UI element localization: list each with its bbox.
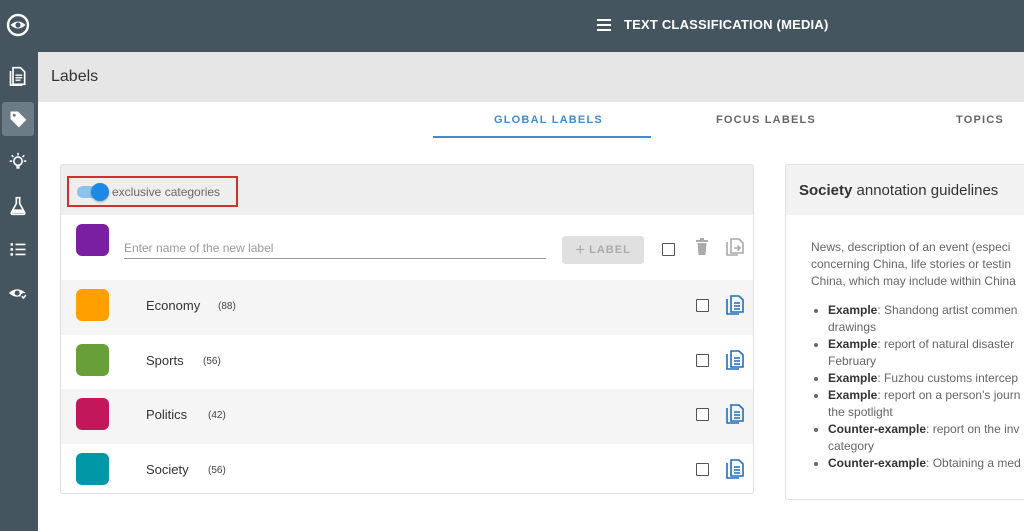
label-row-society: Society (56) — [61, 444, 753, 493]
guidelines-body: News, description of an event (especi co… — [811, 239, 1024, 472]
label-name: Economy — [146, 298, 201, 313]
page-title: Labels — [51, 68, 99, 85]
label-color-swatch[interactable] — [76, 398, 109, 430]
copy-icon[interactable] — [725, 237, 745, 257]
toggle-switch[interactable] — [77, 182, 109, 201]
guidelines-description: News, description of an event (especi co… — [811, 240, 1016, 288]
page-header: Labels — [38, 52, 1024, 102]
app-logo[interactable] — [2, 8, 34, 42]
guideline-item: Counter-example: report on the inv categ… — [828, 421, 1024, 455]
labels-panel-header: exclusive categories — [61, 165, 753, 215]
label-count: (56) — [203, 356, 221, 367]
label-color-swatch[interactable] — [76, 453, 109, 485]
guideline-item-prefix: Example — [828, 303, 878, 317]
guideline-item-prefix: Example — [828, 371, 878, 385]
guidelines-icon[interactable] — [726, 459, 744, 479]
new-label-input[interactable] — [124, 238, 546, 259]
label-count: (88) — [218, 301, 236, 312]
top-bar: TEXT CLASSIFICATION (MEDIA) — [38, 0, 1024, 52]
label-row-politics: Politics (42) — [61, 389, 753, 444]
guideline-item: Example: Fuzhou customs intercep — [828, 370, 1024, 387]
lightbulb-icon — [9, 152, 27, 169]
label-checkbox[interactable] — [696, 299, 709, 312]
sidebar-item-ideas[interactable] — [2, 145, 34, 179]
plus-icon: + — [575, 240, 587, 259]
label-checkbox[interactable] — [696, 354, 709, 367]
eye-check-icon — [8, 289, 28, 300]
label-count: (56) — [208, 465, 226, 476]
guidelines-list: Example: Shandong artist commen drawings… — [811, 302, 1024, 472]
label-name: Politics — [146, 407, 188, 422]
label-name: Society — [146, 462, 189, 477]
new-label-color-picker[interactable] — [76, 224, 109, 256]
guidelines-panel: Society annotation guidelines News, desc… — [785, 164, 1024, 500]
tab-global-labels[interactable]: GLOBAL LABELS — [494, 114, 603, 126]
label-name: Sports — [146, 353, 184, 368]
guideline-item-text: : Obtaining a med — [926, 456, 1021, 470]
guidelines-title-suffix: annotation guidelines — [852, 182, 999, 199]
guideline-item-prefix: Example — [828, 337, 878, 351]
list-icon — [10, 243, 26, 256]
label-checkbox[interactable] — [696, 408, 709, 421]
app-title: TEXT CLASSIFICATION (MEDIA) — [624, 17, 829, 32]
guidelines-header: Society annotation guidelines — [786, 165, 1024, 215]
guideline-item: Example: report of natural disaster Febr… — [828, 336, 1024, 370]
label-color-swatch[interactable] — [76, 344, 109, 376]
label-count: (42) — [208, 410, 226, 421]
exclusive-categories-toggle[interactable]: exclusive categories — [67, 176, 238, 207]
guideline-item: Counter-example: Obtaining a med — [828, 455, 1024, 472]
tab-focus-labels[interactable]: FOCUS LABELS — [716, 114, 816, 126]
main-content: GLOBAL LABELS FOCUS LABELS TOPICS exclus… — [38, 102, 1024, 531]
tab-topics[interactable]: TOPICS — [956, 114, 1004, 126]
guidelines-icon[interactable] — [726, 404, 744, 424]
label-color-swatch[interactable] — [76, 289, 109, 321]
sidebar-item-documents[interactable] — [2, 59, 34, 93]
new-label-row: + LABEL — [61, 215, 753, 280]
sidebar-item-labels[interactable] — [2, 102, 34, 136]
sidebar — [0, 0, 38, 531]
label-row-economy: Economy (88) — [61, 280, 753, 335]
guidelines-title-label: Society — [799, 182, 853, 199]
delete-icon[interactable] — [695, 238, 709, 256]
labels-panel: exclusive categories + LABEL — [60, 164, 754, 494]
guideline-item-prefix: Counter-example — [828, 422, 927, 436]
guideline-item-prefix: Counter-example — [828, 456, 927, 470]
guideline-item: Example: report on a person's journ the … — [828, 387, 1024, 421]
label-row-sports: Sports (56) — [61, 335, 753, 390]
toggle-label: exclusive categories — [112, 184, 221, 199]
add-label-button[interactable]: + LABEL — [562, 236, 644, 264]
toggle-knob — [91, 182, 109, 201]
guideline-item-text: : Fuzhou customs intercep — [877, 371, 1019, 385]
menu-icon[interactable] — [596, 18, 612, 32]
label-checkbox[interactable] — [696, 463, 709, 476]
guideline-item-prefix: Example — [828, 388, 878, 402]
active-tab-indicator — [433, 136, 651, 138]
guidelines-icon[interactable] — [726, 350, 744, 370]
add-label-button-text: LABEL — [589, 244, 631, 256]
sidebar-item-review[interactable] — [2, 276, 34, 310]
flask-icon — [10, 196, 26, 216]
guideline-item: Example: Shandong artist commen drawings — [828, 302, 1024, 336]
guidelines-icon[interactable] — [726, 295, 744, 315]
new-label-checkbox[interactable] — [662, 243, 675, 256]
eye-logo-icon — [6, 13, 30, 37]
sidebar-item-experiments[interactable] — [2, 189, 34, 223]
document-icon — [9, 66, 26, 86]
guidelines-title: Society annotation guidelines — [799, 182, 998, 199]
sidebar-item-list[interactable] — [2, 232, 34, 266]
tag-icon — [10, 111, 27, 128]
